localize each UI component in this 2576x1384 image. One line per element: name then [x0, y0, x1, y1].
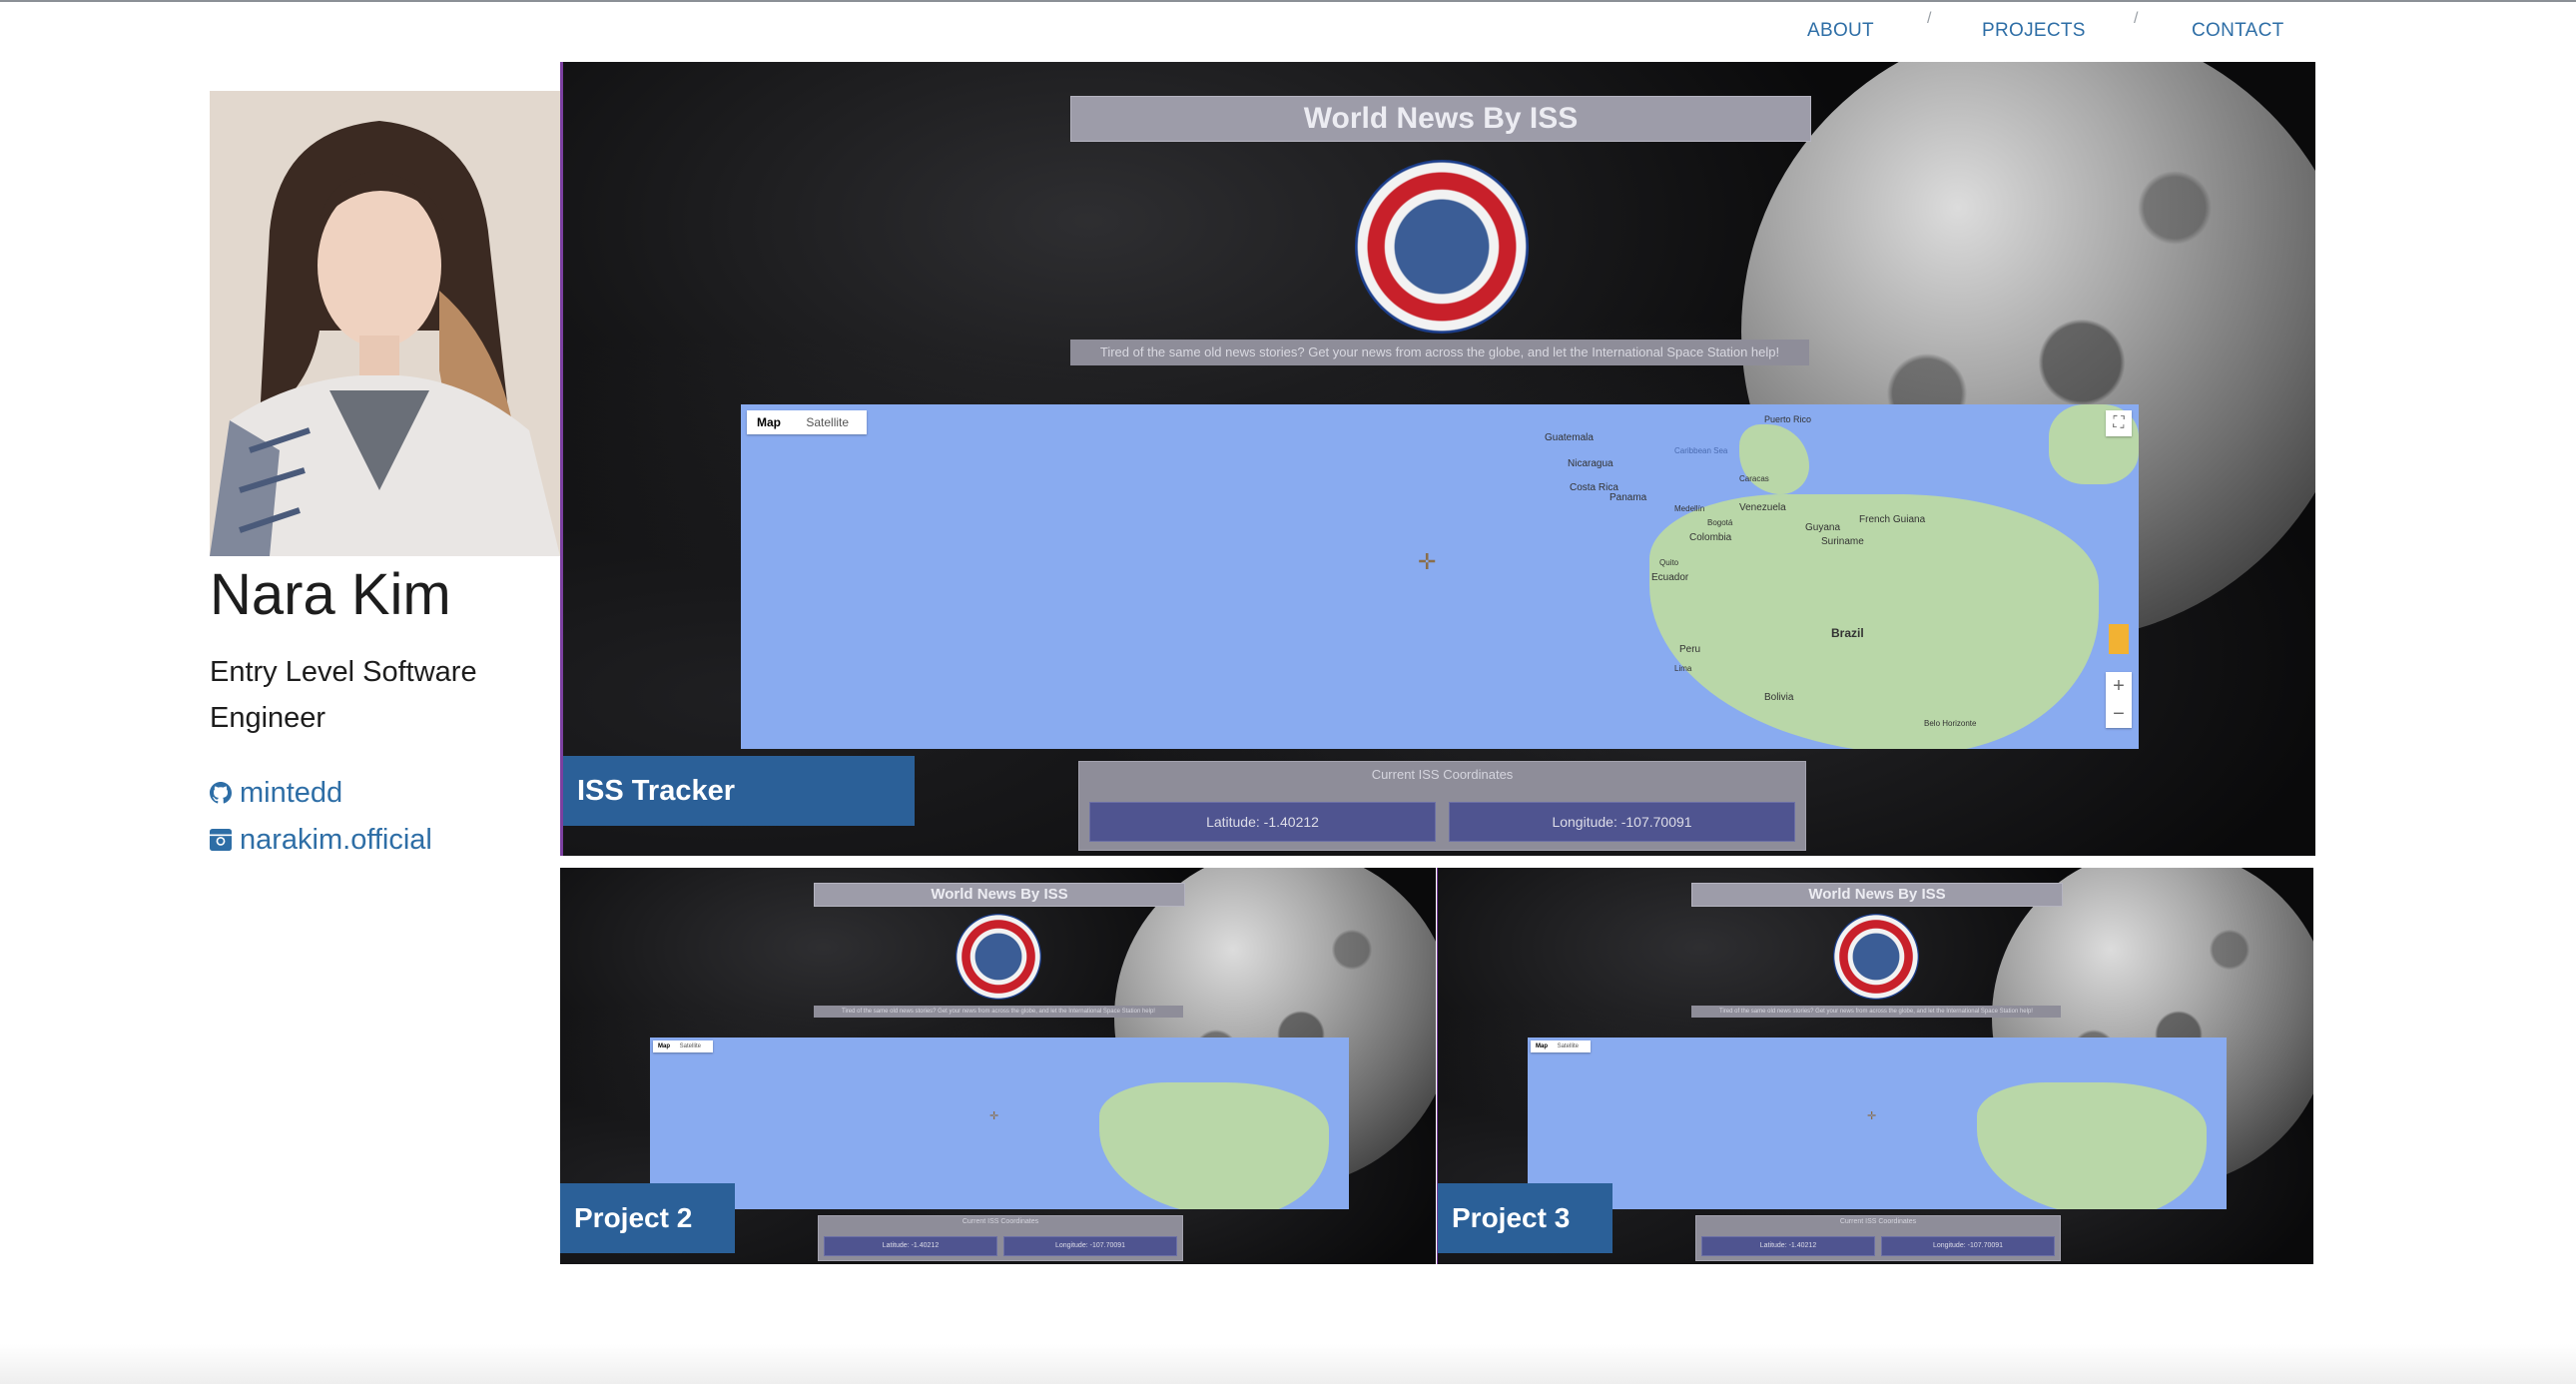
map-place: French Guiana	[1859, 514, 1926, 525]
profile-photo	[210, 91, 560, 556]
map-place: Nicaragua	[1568, 458, 1613, 469]
nav-about[interactable]: ABOUT	[1807, 20, 1874, 42]
coords-label: Current ISS Coordinates	[1839, 1218, 1917, 1225]
github-icon	[210, 782, 232, 804]
app-title: World News By ISS	[814, 883, 1185, 907]
map-place: Brazil	[1831, 626, 1864, 640]
iss-satellite-marker: ✛	[1867, 1110, 1877, 1122]
map-land-south-america	[1977, 1082, 2207, 1209]
zoom-out-icon[interactable]: −	[2106, 700, 2132, 728]
project-card-iss-tracker[interactable]: World News By ISS Tired of the same old …	[560, 62, 2315, 856]
map-tab-map[interactable]: Map	[1536, 1040, 1548, 1052]
map-place: Lima	[1674, 664, 1692, 673]
coords-panel: Current ISS Coordinates Latitude: -1.402…	[1078, 761, 1806, 851]
latitude-value: Latitude: -1.40212	[1701, 1236, 1875, 1256]
instagram-label: narakim.official	[240, 824, 432, 856]
longitude-value: Longitude: -107.70091	[1003, 1236, 1177, 1256]
project-card-3[interactable]: World News By ISS Tired of the same old …	[1437, 868, 2313, 1264]
app-title: World News By ISS	[1691, 883, 2063, 907]
nav-contact[interactable]: CONTACT	[2192, 20, 2284, 42]
map-place: Bogotá	[1707, 518, 1733, 527]
map-land-south-america	[1099, 1082, 1329, 1209]
nav-projects[interactable]: PROJECTS	[1982, 20, 2086, 42]
iss-map[interactable]: Map Satellite ✛	[1528, 1038, 2227, 1209]
pegman-icon[interactable]	[2109, 624, 2129, 654]
app-tagline: Tired of the same old news stories? Get …	[814, 1006, 1183, 1018]
profile-title: Entry Level Software Engineer	[210, 656, 477, 734]
map-tab-satellite[interactable]: Satellite	[680, 1040, 701, 1052]
map-place: Peru	[1679, 644, 1701, 655]
longitude-value: Longitude: -107.70091	[1881, 1236, 2055, 1256]
fullscreen-icon[interactable]: ⛶	[2106, 410, 2132, 436]
map-place: Ecuador	[1651, 572, 1689, 583]
map-place: Caracas	[1739, 474, 1769, 483]
page-bottom-fade	[0, 1344, 2576, 1384]
iss-satellite-marker: ✛	[1418, 549, 1437, 574]
coords-label: Current ISS Coordinates	[1371, 767, 1514, 782]
iss-map[interactable]: Map Satellite ✛	[650, 1038, 1349, 1209]
map-place: Suriname	[1821, 536, 1864, 547]
app-tagline: Tired of the same old news stories? Get …	[1691, 1006, 2061, 1018]
nav-separator: /	[1927, 10, 1932, 27]
map-place: Panama	[1610, 492, 1647, 503]
project-label[interactable]: Project 2	[560, 1183, 735, 1253]
top-border	[0, 0, 2576, 2]
project-card-2[interactable]: World News By ISS Tired of the same old …	[560, 868, 1436, 1264]
project-label[interactable]: ISS Tracker	[563, 756, 915, 826]
iss-satellite-marker: ✛	[989, 1110, 999, 1122]
longitude-value: Longitude: -107.70091	[1449, 802, 1795, 842]
map-place: Guyana	[1805, 522, 1841, 533]
map-place: Bolivia	[1764, 692, 1794, 703]
github-link[interactable]: mintedd	[210, 777, 342, 810]
profile-name: Nara Kim	[210, 562, 451, 627]
instagram-icon	[210, 829, 232, 851]
map-place: Puerto Rico	[1764, 414, 1812, 424]
project-label[interactable]: Project 3	[1438, 1183, 1612, 1253]
map-type-control: Map Satellite	[1531, 1040, 1591, 1052]
iss-map[interactable]: Guatemala Nicaragua Costa Rica Panama Ve…	[741, 404, 2139, 749]
map-tab-satellite[interactable]: Satellite	[806, 410, 849, 434]
map-place: Caribbean Sea	[1674, 446, 1728, 455]
map-place: Colombia	[1689, 532, 1732, 543]
map-tab-map[interactable]: Map	[757, 410, 781, 434]
coords-panel: Current ISS Coordinates Latitude: -1.402…	[818, 1215, 1183, 1261]
nav-separator: /	[2134, 10, 2139, 27]
map-place: Quito	[1659, 558, 1679, 567]
top-nav: ABOUT / PROJECTS / CONTACT	[1757, 10, 2316, 48]
latitude-value: Latitude: -1.40212	[824, 1236, 997, 1256]
app-tagline: Tired of the same old news stories? Get …	[1070, 340, 1809, 365]
iss-mission-badge	[1833, 914, 1919, 1000]
map-land-central-america	[1739, 424, 1809, 494]
map-type-control: Map Satellite	[653, 1040, 713, 1052]
zoom-in-icon[interactable]: +	[2106, 672, 2132, 700]
map-tab-map[interactable]: Map	[658, 1040, 670, 1052]
coords-label: Current ISS Coordinates	[962, 1218, 1039, 1225]
map-tab-satellite[interactable]: Satellite	[1558, 1040, 1579, 1052]
map-place: Medellín	[1674, 504, 1705, 513]
zoom-control: + −	[2106, 672, 2132, 728]
map-place: Belo Horizonte	[1924, 719, 1977, 728]
app-title: World News By ISS	[1070, 96, 1811, 142]
iss-mission-badge	[1355, 160, 1529, 334]
map-type-control: Map Satellite	[747, 410, 867, 434]
instagram-link[interactable]: narakim.official	[210, 824, 432, 857]
github-label: mintedd	[240, 777, 343, 809]
latitude-value: Latitude: -1.40212	[1089, 802, 1436, 842]
iss-mission-badge	[956, 914, 1041, 1000]
coords-panel: Current ISS Coordinates Latitude: -1.402…	[1695, 1215, 2061, 1261]
map-place: Venezuela	[1739, 502, 1786, 513]
map-place: Guatemala	[1545, 432, 1594, 443]
